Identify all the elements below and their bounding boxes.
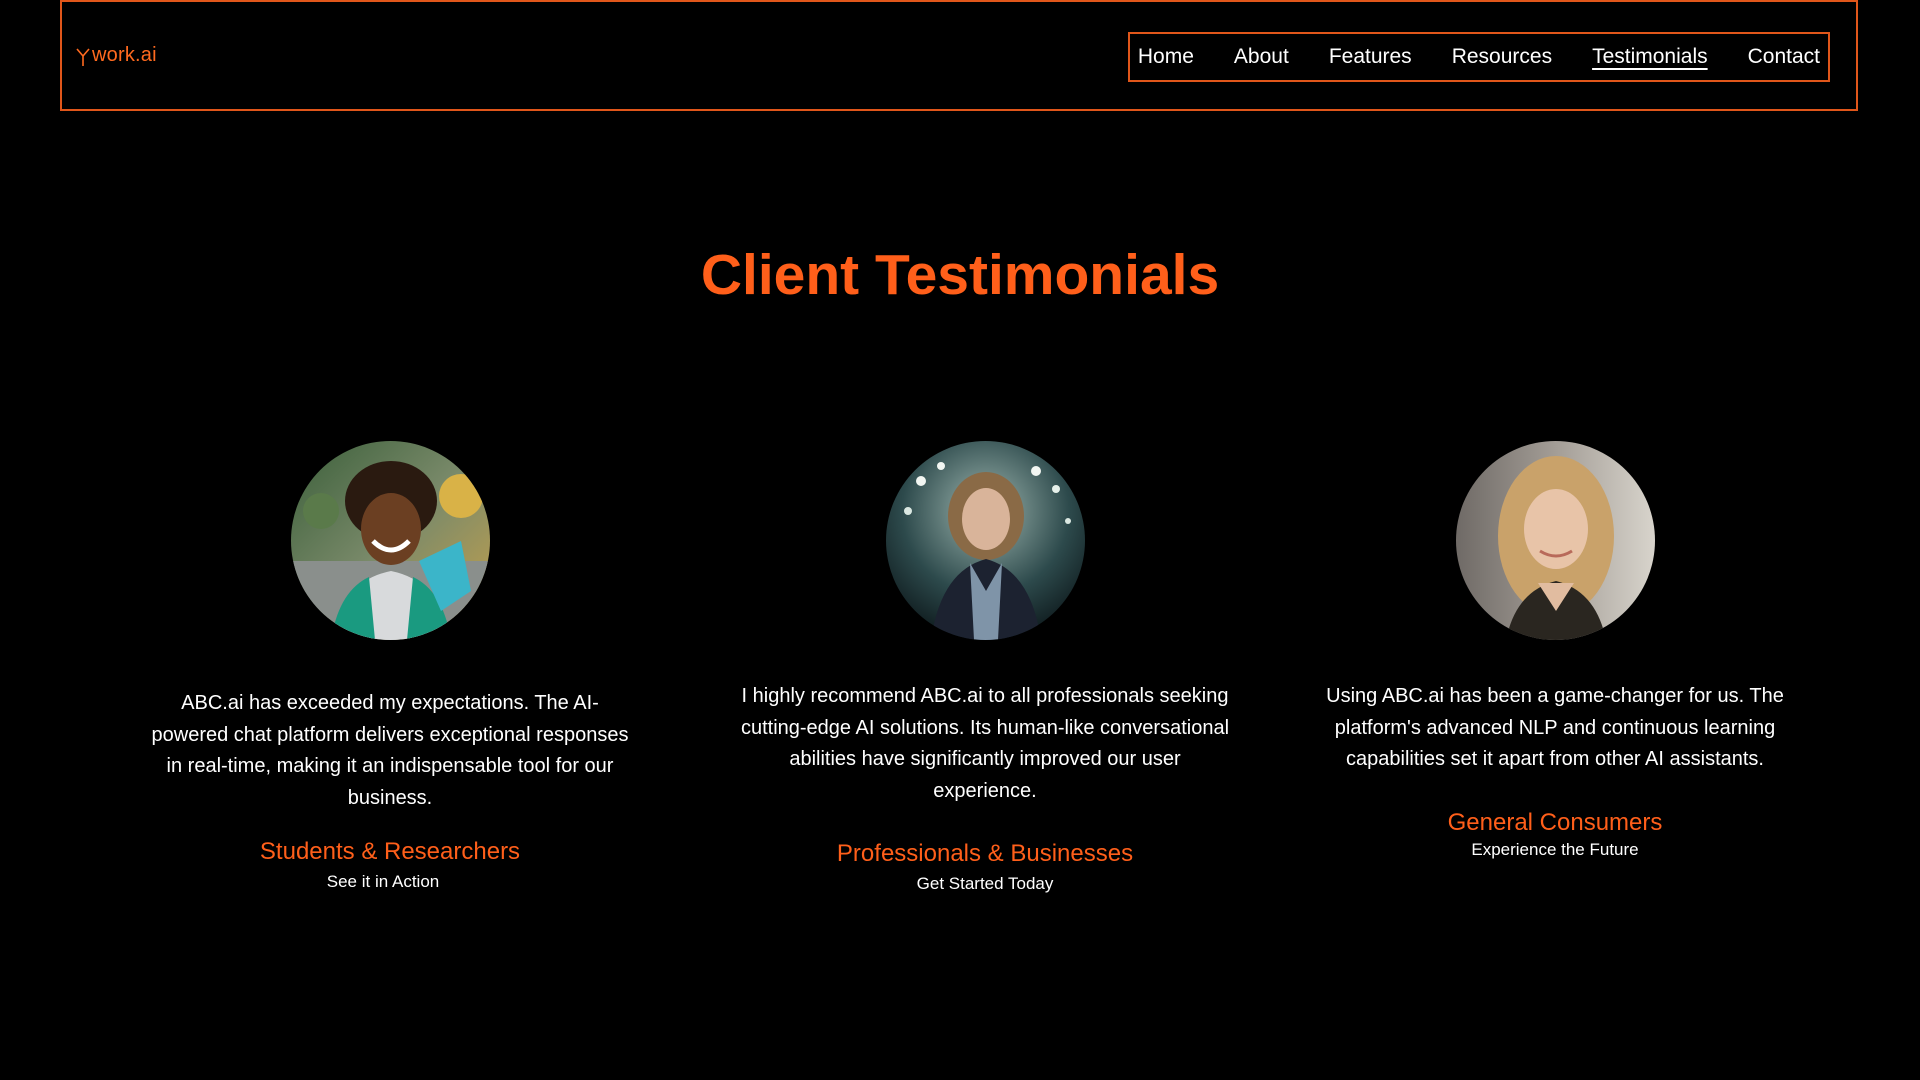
logo[interactable]: work.ai [76, 44, 157, 67]
nav-features[interactable]: Features [1309, 45, 1432, 69]
testimonial-quote: Using ABC.ai has been a game-changer for… [1326, 685, 1784, 770]
testimonial-category: Professionals & Businesses [836, 840, 1134, 867]
testimonial-category: Students & Researchers [259, 838, 521, 865]
main-nav: Home About Features Resources Testimonia… [1127, 32, 1830, 82]
testimonial-card-professionals: I highly recommend ABC.ai to all profess… [740, 441, 1230, 894]
testimonial-card-students: ABC.ai has exceeded my expectations. The… [145, 441, 635, 892]
testimonial-category: General Consumers [1447, 808, 1663, 836]
logo-text: work.ai [92, 44, 157, 66]
page: work.ai Home About Features Resources Te… [0, 0, 1920, 1080]
logo-mark-icon [76, 48, 90, 66]
nav-contact[interactable]: Contact [1728, 45, 1820, 69]
get-started-today-link[interactable]: Get Started Today [740, 874, 1230, 894]
professional-portrait-photo [885, 441, 1085, 640]
consumer-portrait-photo [1455, 441, 1655, 640]
see-it-in-action-link[interactable]: See it in Action [131, 872, 635, 892]
site-header: work.ai Home About Features Resources Te… [60, 0, 1858, 111]
testimonial-quote: ABC.ai has exceeded my expectations. The… [151, 692, 629, 809]
testimonial-quote: I highly recommend ABC.ai to all profess… [740, 685, 1230, 802]
nav-testimonials[interactable]: Testimonials [1572, 45, 1728, 69]
testimonial-card-consumers: Using ABC.ai has been a game-changer for… [1310, 441, 1800, 860]
nav-home[interactable]: Home [1138, 45, 1214, 69]
experience-the-future-link[interactable]: Experience the Future [1310, 840, 1800, 860]
student-portrait-photo [290, 441, 490, 640]
section-title: Client Testimonials [700, 243, 1220, 307]
nav-resources[interactable]: Resources [1432, 45, 1572, 69]
nav-about[interactable]: About [1214, 45, 1309, 69]
